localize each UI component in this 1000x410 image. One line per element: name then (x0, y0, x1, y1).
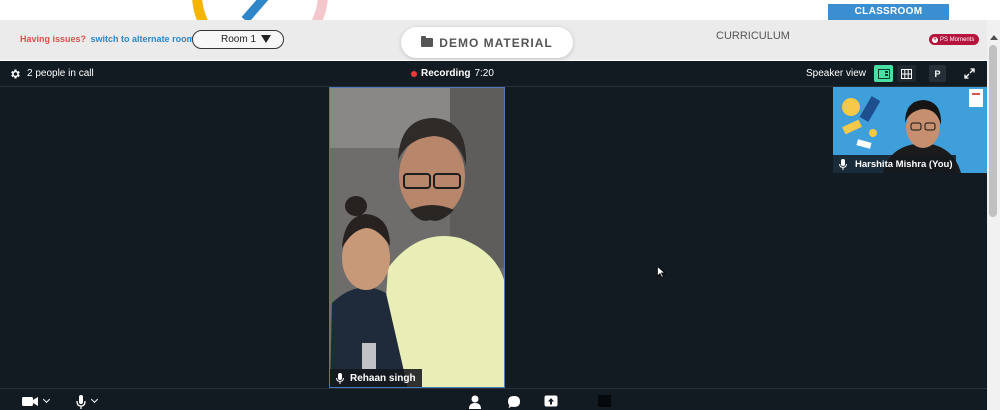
video-camera-icon (22, 397, 38, 406)
self-view-video: Harshita Mishra (You) (833, 87, 987, 173)
expand-icon (964, 68, 975, 79)
issues-text: Having issues? (20, 34, 87, 44)
ps-moments-badge[interactable]: + PS Moments (929, 34, 980, 45)
main-video-feed (330, 88, 504, 387)
caret-down-icon (261, 35, 271, 43)
share-screen-button[interactable] (544, 395, 558, 408)
grid-view-button[interactable] (897, 65, 916, 82)
grid-layout-icon (901, 68, 912, 79)
participants-button[interactable] (469, 395, 481, 409)
scroll-up-arrow-icon[interactable] (990, 35, 998, 40)
recording-indicator: Recording 7:20 (411, 68, 494, 79)
speaker-layout-icon (877, 68, 890, 79)
room-select-value: Room 1 (221, 34, 257, 45)
chat-button[interactable] (507, 395, 521, 409)
upload-icon (544, 395, 558, 407)
mouse-cursor-icon (657, 266, 666, 278)
people-count: 2 people in call (27, 68, 94, 79)
recording-label: Recording (421, 68, 471, 79)
plus-icon: + (932, 36, 938, 43)
issues-notice: Having issues? switch to alternate room (20, 34, 195, 44)
room-select[interactable]: Room 1 (192, 30, 284, 49)
main-participant-video: Rehaan singh (329, 87, 505, 388)
video-call-area: 2 people in call Recording 7:20 Speaker … (0, 61, 987, 410)
chevron-down-icon[interactable] (90, 395, 99, 404)
microphone-icon (839, 158, 847, 170)
call-header: 2 people in call Recording 7:20 Speaker … (0, 61, 987, 87)
page-scrollbar[interactable] (987, 20, 1000, 410)
chat-bubble-icon (508, 396, 520, 408)
speaker-view-button[interactable] (874, 65, 893, 82)
fullscreen-button[interactable] (961, 65, 978, 82)
call-controls-bar (0, 388, 987, 410)
scrollbar-thumb[interactable] (989, 45, 997, 217)
demo-material-button[interactable]: DEMO MATERIAL (401, 27, 573, 58)
microphone-control[interactable] (76, 395, 99, 409)
microphone-icon (76, 395, 86, 409)
person-icon (469, 395, 481, 409)
ps-moments-label: PS Moments (940, 36, 975, 43)
alternate-room-link[interactable]: switch to alternate room (91, 34, 195, 44)
main-participant-name-tag: Rehaan singh (330, 369, 422, 387)
main-participant-name: Rehaan singh (350, 372, 416, 384)
folder-icon (421, 36, 434, 47)
view-mode-label: Speaker view (806, 68, 867, 79)
microphone-icon (336, 372, 344, 384)
demo-material-label: DEMO MATERIAL (439, 35, 553, 50)
self-name-tag: Harshita Mishra (You) (833, 155, 957, 173)
self-name: Harshita Mishra (You) (855, 158, 953, 170)
chevron-down-icon[interactable] (42, 395, 51, 404)
square-icon (598, 395, 611, 407)
presenter-button[interactable]: P (929, 65, 946, 82)
top-strip: CLASSROOM (0, 0, 1000, 55)
curriculum-tab[interactable]: CURRICULUM (716, 30, 790, 42)
classroom-page: CLASSROOM Having issues? switch to alter… (0, 0, 1000, 410)
camera-control[interactable] (22, 395, 51, 407)
recording-time: 7:20 (474, 68, 494, 79)
classroom-tab[interactable]: CLASSROOM (828, 4, 949, 26)
recording-dot-icon (411, 70, 417, 77)
gear-icon[interactable] (9, 68, 21, 80)
more-options-button[interactable] (598, 395, 611, 407)
